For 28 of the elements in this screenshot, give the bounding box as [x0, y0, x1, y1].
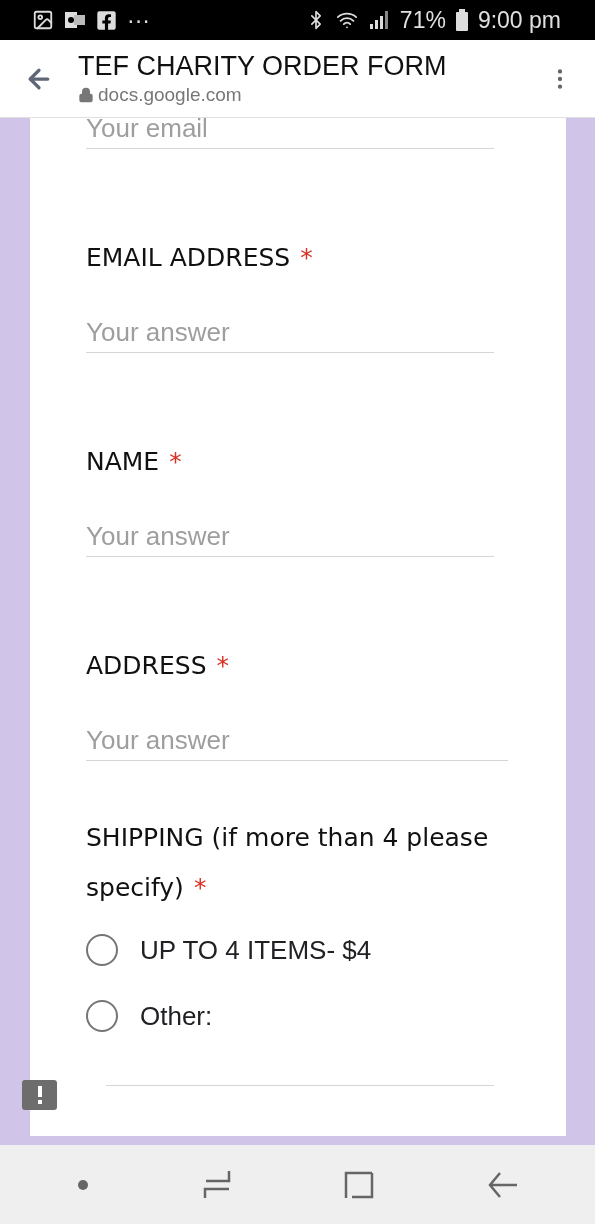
signal-icon [367, 10, 390, 30]
option-label: UP TO 4 ITEMS- $4 [140, 934, 372, 966]
question-title: SHIPPING (if more than 4 please specify) * [86, 822, 490, 904]
answer-field[interactable]: Your email [86, 118, 494, 149]
page-title: TEF CHARITY ORDER FORM [78, 51, 448, 82]
answer-field[interactable]: Your answer [86, 721, 508, 761]
question-title: EMAIL ADDRESS * [86, 242, 314, 274]
feedback-icon[interactable] [22, 1080, 57, 1110]
question-title: ADDRESS * [86, 650, 230, 682]
radio-button[interactable] [86, 1000, 118, 1032]
battery-icon [455, 9, 468, 31]
clock: 9:00 pm [477, 6, 561, 34]
answer-field[interactable]: Your answer [86, 517, 494, 557]
option-label: Other: [140, 1000, 213, 1032]
facebook-icon [96, 9, 117, 31]
back-icon[interactable] [488, 1170, 519, 1199]
battery-level: 71% [399, 6, 446, 34]
radio-button[interactable] [86, 934, 118, 966]
image-icon [32, 9, 54, 31]
recent-apps-icon[interactable] [202, 1169, 231, 1200]
lock-icon [78, 87, 94, 103]
page-url: docs.google.com [98, 84, 242, 106]
home-icon[interactable] [344, 1169, 375, 1200]
question-title: NAME * [86, 446, 183, 478]
answer-field[interactable]: Your answer [86, 313, 494, 353]
more-notifications: ··· [127, 6, 150, 34]
dot-icon[interactable] [76, 1178, 89, 1191]
mail-app-icon [64, 10, 86, 30]
